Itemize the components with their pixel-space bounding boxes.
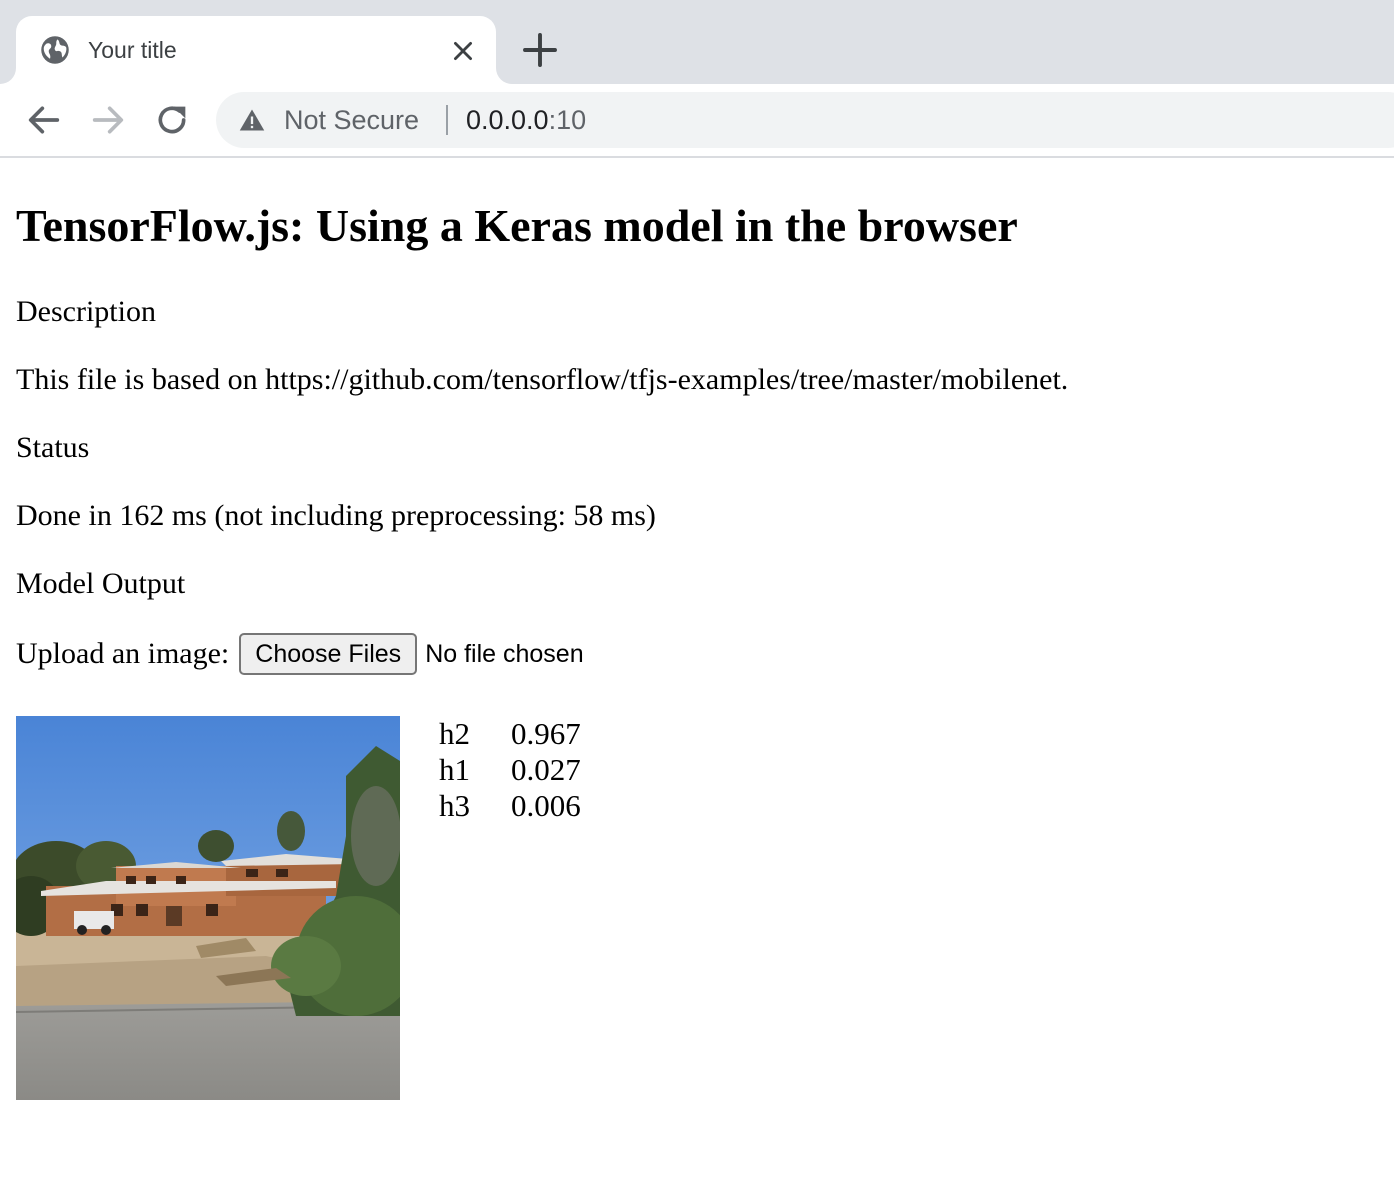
page-title: TensorFlow.js: Using a Keras model in th… (16, 200, 1018, 251)
upload-row: Upload an image: Choose Files No file ch… (16, 632, 584, 676)
prediction-class: h2 (439, 716, 470, 751)
browser-toolbar: Not Secure 0.0.0.0:10 (0, 84, 1394, 158)
prediction-class: h1 (439, 752, 470, 787)
security-label[interactable]: Not Secure (284, 102, 419, 138)
prediction-probability: 0.967 (511, 716, 581, 751)
omnibox-divider (446, 105, 448, 135)
prediction-list: h2 0.967 h1 0.027 h3 0.006 (439, 716, 581, 824)
close-icon[interactable] (450, 38, 476, 64)
prediction-probability: 0.027 (511, 752, 581, 787)
tab-strip: Your title (0, 0, 1394, 84)
prediction-row: h2 0.967 (439, 716, 581, 752)
upload-label: Upload an image: (16, 637, 230, 670)
status-heading: Status (16, 431, 90, 464)
globe-icon (41, 36, 69, 64)
uploaded-house-image (16, 716, 400, 1100)
url-host: 0.0.0.0 (466, 105, 549, 135)
url-port: :10 (548, 105, 587, 135)
tab-corner (496, 68, 512, 84)
description-text: This file is based on https://github.com… (16, 363, 1069, 396)
address-bar[interactable]: Not Secure 0.0.0.0:10 (216, 92, 1394, 148)
arrow-right-icon[interactable] (88, 100, 128, 140)
choose-files-button[interactable]: Choose Files (239, 633, 418, 675)
description-heading: Description (16, 295, 156, 328)
reload-icon[interactable] (152, 100, 192, 140)
model-output-heading: Model Output (16, 567, 186, 600)
file-status-text: No file chosen (425, 639, 584, 668)
browser-tab[interactable]: Your title (0, 16, 512, 84)
url-text[interactable]: 0.0.0.0:10 (466, 102, 586, 138)
tab-corner (0, 68, 16, 84)
prediction-row: h3 0.006 (439, 788, 581, 824)
warning-icon[interactable] (238, 106, 266, 134)
plus-icon[interactable] (522, 32, 558, 68)
prediction-row: h1 0.027 (439, 752, 581, 788)
prediction-class: h3 (439, 788, 470, 823)
tab-title: Your title (88, 37, 177, 63)
prediction-probability: 0.006 (511, 788, 581, 823)
status-text: Done in 162 ms (not including preprocess… (16, 499, 656, 532)
arrow-left-icon[interactable] (24, 100, 64, 140)
